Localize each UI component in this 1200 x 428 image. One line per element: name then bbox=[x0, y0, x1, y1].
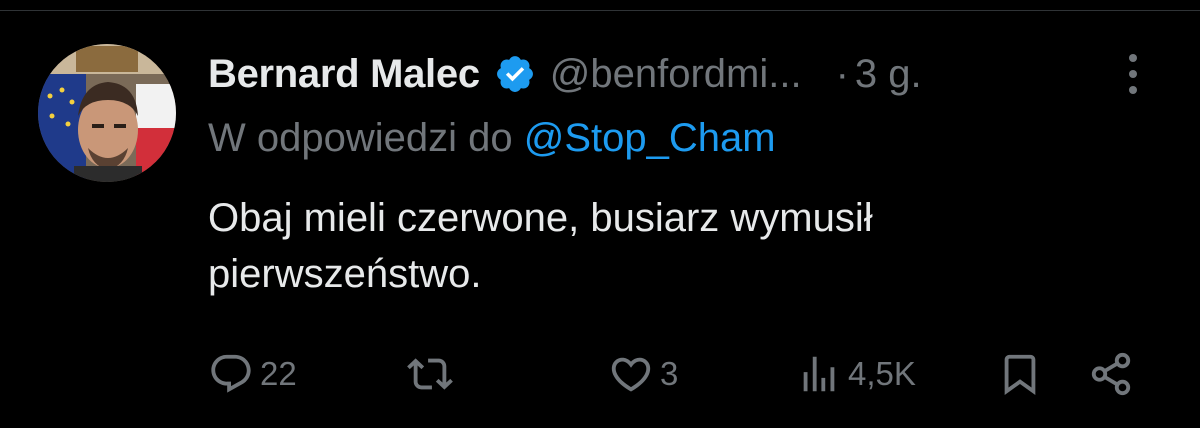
timestamp[interactable]: 3 g. bbox=[855, 52, 922, 97]
separator-dot: · bbox=[835, 51, 849, 96]
tweet-text-line: Obaj mieli czerwone, busiarz wymusił bbox=[208, 196, 873, 240]
reply-context: W odpowiedzi do @Stop_Cham bbox=[208, 116, 776, 166]
author-name[interactable]: Bernard Malec bbox=[208, 52, 480, 97]
bookmark-button[interactable] bbox=[997, 346, 1043, 402]
share-button[interactable] bbox=[1088, 346, 1134, 402]
verified-badge-icon bbox=[494, 53, 536, 95]
reply-count: 22 bbox=[260, 355, 297, 392]
share-icon bbox=[1088, 351, 1134, 397]
tweet-text-line: pierwszeństwo. bbox=[208, 252, 482, 296]
tweet-header: Bernard Malec @benfordmi... · 3 g. bbox=[208, 44, 1148, 104]
bookmark-icon bbox=[997, 351, 1043, 397]
author-handle[interactable]: @benfordmi... bbox=[550, 52, 802, 97]
reply-button[interactable]: 22 bbox=[208, 346, 297, 402]
top-divider bbox=[0, 10, 1200, 11]
tweet-text: Obaj mieli czerwone, busiarz wymusił pie… bbox=[208, 190, 1108, 302]
more-icon[interactable] bbox=[1119, 50, 1147, 98]
repost-button[interactable] bbox=[406, 346, 460, 402]
avatar[interactable] bbox=[38, 44, 176, 182]
reply-icon bbox=[208, 351, 254, 397]
views-icon bbox=[796, 351, 842, 397]
like-count: 3 bbox=[660, 355, 679, 392]
repost-icon bbox=[406, 351, 454, 397]
reply-to-mention[interactable]: @Stop_Cham bbox=[524, 116, 776, 160]
like-button[interactable]: 3 bbox=[608, 346, 678, 402]
reply-prefix: W odpowiedzi do bbox=[208, 116, 513, 160]
action-bar: 22 3 4,5K bbox=[0, 346, 1200, 402]
like-icon bbox=[608, 351, 654, 397]
views-count: 4,5K bbox=[848, 355, 916, 392]
views-button[interactable]: 4,5K bbox=[796, 346, 916, 402]
